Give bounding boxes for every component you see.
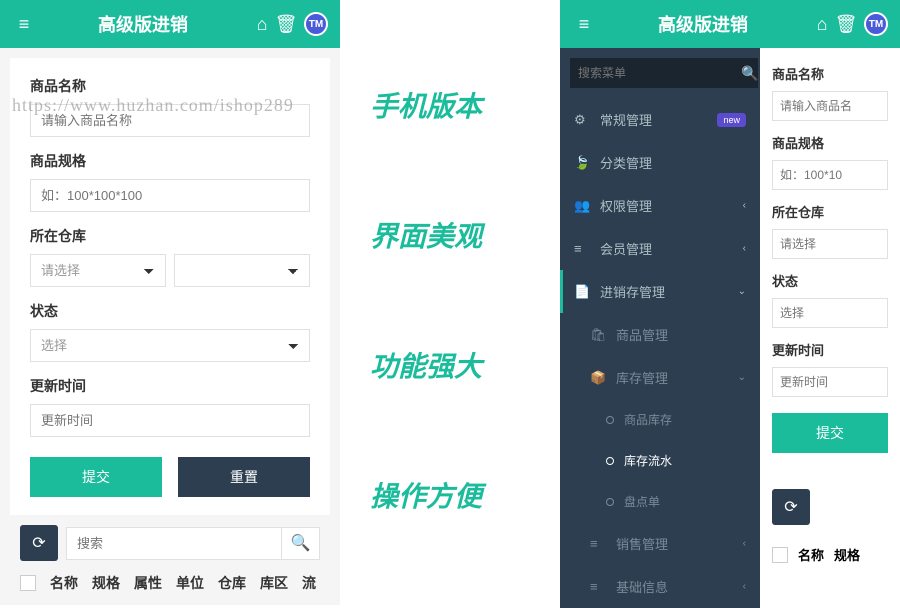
col-warehouse: 仓库 (218, 573, 246, 593)
r-col-name: 名称 (798, 545, 824, 564)
name-label: 商品名称 (30, 76, 310, 96)
trash-icon[interactable]: 🗑 (274, 14, 298, 35)
box-icon: 📦 (590, 370, 606, 386)
chevron-down-icon: ⌄ (738, 372, 746, 383)
r-table-headers: 名称 规格 (760, 535, 900, 574)
promo-3: 功能强大 (370, 345, 540, 385)
r-warehouse-label: 所在仓库 (772, 202, 888, 221)
col-area: 库区 (260, 573, 288, 593)
r-warehouse-input[interactable] (772, 229, 888, 259)
home-icon[interactable]: ⌂ (250, 14, 274, 35)
r-spec-input[interactable] (772, 160, 888, 190)
col-spec: 规格 (92, 573, 120, 593)
status-label: 状态 (30, 301, 310, 321)
promo-1: 手机版本 (370, 85, 540, 125)
warehouse-select-2[interactable] (174, 254, 310, 287)
warehouse-select-1[interactable]: 请选择 (30, 254, 166, 287)
chevron-icon: ‹ (743, 538, 746, 549)
leaf-icon: 🍃 (574, 155, 590, 171)
circle-icon (606, 457, 614, 465)
right-content: 商品名称 商品规格 所在仓库 状态 更新时间 提交 ⟳ 名称 规格 (760, 48, 900, 608)
left-phone-panel: ≡ 高级版进销 ⌂ 🗑 TM 商品名称 商品规格 所在仓库 请选择 (0, 0, 340, 605)
sidebar-search-button[interactable]: 🔍 (741, 58, 758, 88)
chevron-down-icon: ⌄ (738, 286, 746, 297)
r-status-input[interactable] (772, 298, 888, 328)
spec-label: 商品规格 (30, 151, 310, 171)
submenu-product[interactable]: 🛍商品管理 (560, 313, 760, 356)
table-header-row: 名称 规格 属性 单位 仓库 库区 流 (0, 561, 340, 605)
search-input[interactable] (67, 528, 281, 559)
menu-general[interactable]: ⚙常规管理new (560, 98, 760, 141)
sidebar-search-input[interactable] (570, 58, 741, 88)
circle-icon (606, 498, 614, 506)
status-select[interactable]: 选择 (30, 329, 310, 362)
list-icon: ≡ (574, 241, 590, 256)
refresh-button[interactable]: ⟳ (20, 525, 58, 561)
spec-input[interactable] (30, 179, 310, 212)
warehouse-label: 所在仓库 (30, 226, 310, 246)
submenu2-check[interactable]: 盘点单 (560, 481, 760, 522)
app-header: ≡ 高级版进销 ⌂ 🗑 TM (0, 0, 340, 48)
time-input[interactable] (30, 404, 310, 437)
col-attr: 属性 (134, 573, 162, 593)
submenu2-stock-flow[interactable]: 库存流水 (560, 440, 760, 481)
time-label: 更新时间 (30, 376, 310, 396)
chevron-icon: ‹ (743, 581, 746, 592)
r-name-input[interactable] (772, 91, 888, 121)
new-badge: new (717, 113, 746, 127)
menu-icon[interactable]: ≡ (12, 14, 36, 35)
users-icon: 👥 (574, 198, 590, 214)
r-name-label: 商品名称 (772, 64, 888, 83)
submenu2-product-stock[interactable]: 商品库存 (560, 399, 760, 440)
menu-icon[interactable]: ≡ (572, 14, 596, 35)
list-icon: ≡ (590, 579, 606, 594)
trash-icon[interactable]: 🗑 (834, 14, 858, 35)
submenu-basic[interactable]: ≡基础信息‹ (560, 565, 760, 608)
promo-4: 操作方便 (370, 475, 540, 515)
circle-icon (606, 416, 614, 424)
promo-2: 界面美观 (370, 215, 540, 255)
r-select-all-checkbox[interactable] (772, 547, 788, 563)
menu-permission[interactable]: 👥权限管理‹ (560, 184, 760, 227)
r-status-label: 状态 (772, 271, 888, 290)
col-flow: 流 (302, 573, 316, 593)
col-name: 名称 (50, 573, 78, 593)
home-icon[interactable]: ⌂ (810, 14, 834, 35)
right-phone-panel: ≡ 高级版进销 ⌂ 🗑 TM 🔍 ⚙常规管理new 🍃分类管理 👥权限管理‹ ≡… (560, 0, 900, 608)
app-header-right: ≡ 高级版进销 ⌂ 🗑 TM (560, 0, 900, 48)
logo-badge: TM (864, 12, 888, 36)
menu-category[interactable]: 🍃分类管理 (560, 141, 760, 184)
bag-icon: 🛍 (590, 327, 606, 343)
logo-badge: TM (304, 12, 328, 36)
doc-icon: 📄 (574, 284, 590, 300)
reset-button[interactable]: 重置 (178, 457, 310, 497)
r-time-label: 更新时间 (772, 340, 888, 359)
col-unit: 单位 (176, 573, 204, 593)
submenu-sales[interactable]: ≡销售管理‹ (560, 522, 760, 565)
promo-column: 手机版本 界面美观 功能强大 操作方便 (370, 40, 540, 560)
select-all-checkbox[interactable] (20, 575, 36, 591)
r-submit-button[interactable]: 提交 (772, 413, 888, 453)
r-time-input[interactable] (772, 367, 888, 397)
watermark-text: https://www.huzhan.com/ishop289 (12, 95, 294, 116)
sidebar: 🔍 ⚙常规管理new 🍃分类管理 👥权限管理‹ ≡会员管理‹ 📄进销存管理⌄ 🛍… (560, 48, 760, 608)
submenu-stock[interactable]: 📦库存管理⌄ (560, 356, 760, 399)
menu-inventory[interactable]: 📄进销存管理⌄ (560, 270, 760, 313)
submit-button[interactable]: 提交 (30, 457, 162, 497)
r-col-spec: 规格 (834, 545, 860, 564)
app-title: 高级版进销 (36, 11, 250, 37)
gear-icon: ⚙ (574, 112, 590, 128)
r-refresh-button[interactable]: ⟳ (772, 489, 810, 525)
chevron-icon: ‹ (743, 243, 746, 254)
list-icon: ≡ (590, 536, 606, 551)
r-spec-label: 商品规格 (772, 133, 888, 152)
chevron-icon: ‹ (743, 200, 746, 211)
menu-member[interactable]: ≡会员管理‹ (560, 227, 760, 270)
app-title: 高级版进销 (596, 11, 810, 37)
form-area: 商品名称 商品规格 所在仓库 请选择 状态 选择 更新时间 (10, 58, 330, 515)
search-button[interactable]: 🔍 (281, 528, 319, 559)
